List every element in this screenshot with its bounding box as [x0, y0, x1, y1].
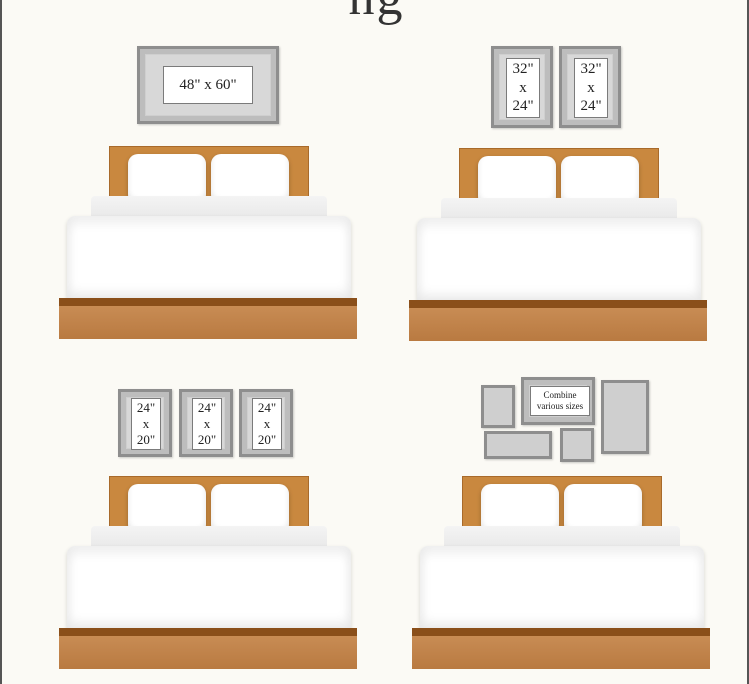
bed-base [59, 306, 357, 339]
bed-3 [59, 476, 359, 676]
bed-4 [412, 476, 712, 676]
frame-vertical-label: 32" x 24" [506, 58, 540, 118]
page: ng 48" x 60" 32" x 24" 32" x 24" 24" x 2… [0, 0, 749, 684]
mattress [67, 546, 351, 634]
frame-gallery [601, 380, 649, 454]
frame-gallery-center: Combine various sizes [521, 377, 595, 425]
frame-small-label: 24" x 20" [252, 398, 282, 450]
bed-base [412, 636, 710, 669]
frame-gallery [484, 431, 552, 459]
frame-large: 48" x 60" [137, 46, 279, 124]
frame-large-label: 48" x 60" [163, 66, 253, 104]
frame-gallery-label: Combine various sizes [530, 386, 590, 416]
frame-vertical: 32" x 24" [491, 46, 553, 128]
frame-vertical-label: 32" x 24" [574, 58, 608, 118]
mattress [420, 546, 704, 634]
bed-1 [59, 146, 359, 346]
bed-2 [409, 148, 709, 348]
page-title: ng [2, 0, 749, 27]
bed-base [409, 308, 707, 341]
frame-small-label: 24" x 20" [192, 398, 222, 450]
mattress [417, 218, 701, 306]
frame-gallery [560, 428, 594, 462]
frame-vertical: 32" x 24" [559, 46, 621, 128]
frame-small-label: 24" x 20" [131, 398, 161, 450]
frame-small: 24" x 20" [239, 389, 293, 457]
bed-base [59, 636, 357, 669]
frame-small: 24" x 20" [179, 389, 233, 457]
frame-small: 24" x 20" [118, 389, 172, 457]
mattress [67, 216, 351, 304]
frame-gallery [481, 385, 515, 428]
